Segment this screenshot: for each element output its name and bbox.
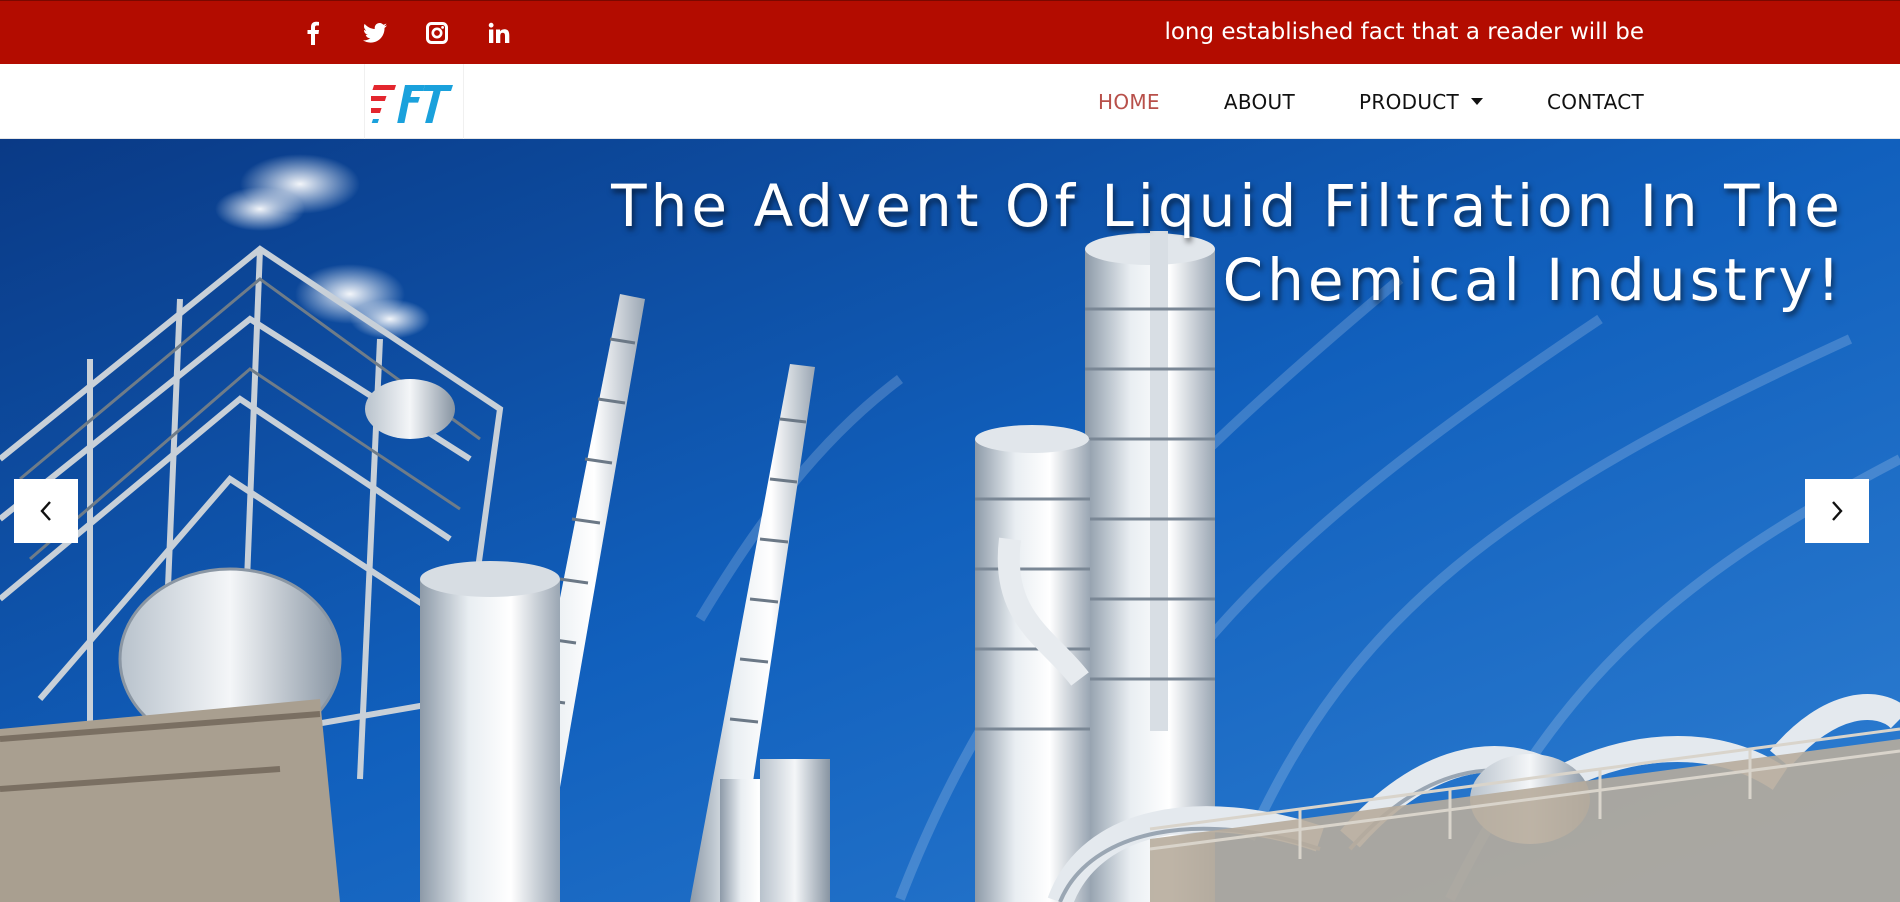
nav-item-home[interactable]: HOME (1098, 90, 1160, 114)
facebook-link[interactable] (282, 15, 344, 51)
instagram-icon (426, 22, 448, 44)
nav-item-contact[interactable]: CONTACT (1547, 90, 1644, 114)
top-bar: long established fact that a reader will… (0, 0, 1900, 64)
facebook-icon (307, 21, 319, 45)
hero-headline: The Advent Of Liquid Filtration In The C… (544, 169, 1844, 317)
nav-menu: HOME ABOUT PRODUCT CONTACT (1034, 64, 1644, 139)
nav-item-label: PRODUCT (1359, 89, 1460, 114)
slider-next-button[interactable] (1805, 479, 1869, 543)
nav-item-label: ABOUT (1223, 89, 1296, 114)
ft-logo-icon (371, 84, 453, 123)
main-navbar: HOME ABOUT PRODUCT CONTACT (0, 64, 1900, 139)
caret-down-icon (1471, 98, 1484, 105)
linkedin-icon (488, 22, 510, 43)
logo[interactable] (364, 64, 464, 139)
twitter-link[interactable] (344, 15, 406, 51)
chevron-right-icon (1832, 501, 1843, 521)
nav-item-product[interactable]: PRODUCT (1359, 89, 1484, 114)
twitter-icon (363, 23, 387, 43)
instagram-link[interactable] (406, 15, 468, 51)
ticker-text: long established fact that a reader will… (1164, 19, 1644, 45)
nav-item-label: CONTACT (1547, 89, 1644, 114)
social-links (282, 15, 530, 51)
nav-item-about[interactable]: ABOUT (1224, 90, 1295, 114)
linkedin-link[interactable] (468, 15, 530, 51)
headline-line-1: The Advent Of Liquid Filtration In The (611, 172, 1844, 240)
hero-slider: The Advent Of Liquid Filtration In The C… (0, 139, 1900, 902)
nav-item-label: HOME (1097, 89, 1160, 114)
chevron-left-icon (40, 501, 51, 521)
headline-line-2: Chemical Industry! (1222, 246, 1844, 314)
slider-prev-button[interactable] (14, 479, 78, 543)
